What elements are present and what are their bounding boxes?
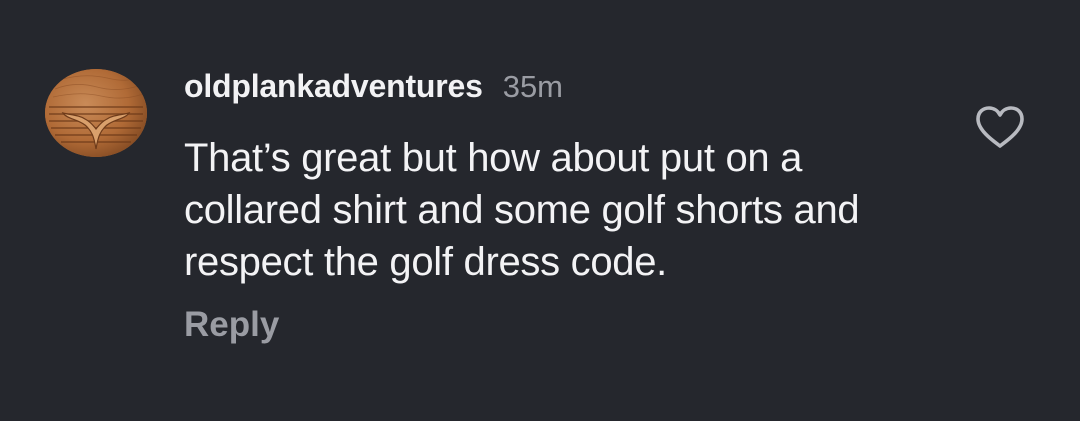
comment-header: oldplankadventures 35m [184,68,563,106]
comment-text: That’s great but how about put on a coll… [184,136,860,284]
avatar[interactable] [45,69,147,157]
reply-button[interactable]: Reply [184,305,279,345]
like-button[interactable] [974,104,1026,150]
timestamp: 35m [502,69,564,104]
username[interactable]: oldplankadventures [184,68,483,105]
heart-outline-icon [976,106,1024,148]
comment: oldplankadventures 35m That’s great but … [0,0,1080,421]
whale-tail-wood-logo [45,69,147,157]
